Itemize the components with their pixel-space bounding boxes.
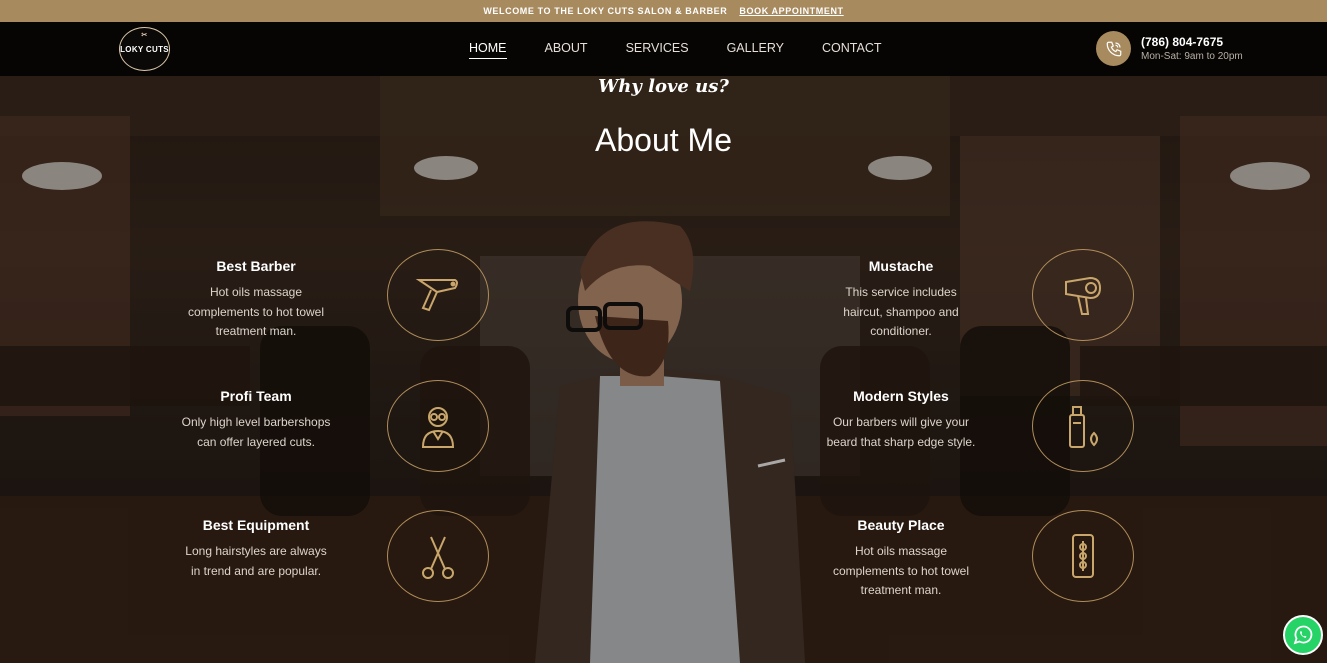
announcement-bar: WELCOME TO THE LOKY CUTS SALON & BARBER … xyxy=(0,0,1327,22)
section-title: About Me xyxy=(595,122,732,158)
main-nav: HOME ABOUT SERVICES GALLERY CONTACT xyxy=(450,22,901,76)
nav-contact[interactable]: CONTACT xyxy=(803,22,901,76)
feature-text: This service includes haircut, shampoo a… xyxy=(843,285,959,338)
section-kicker: Why love us? xyxy=(598,76,729,97)
phone-contact[interactable]: (786) 804-7675 Mon-Sat: 9am to 20pm xyxy=(1096,31,1243,66)
whatsapp-icon xyxy=(1293,625,1313,645)
book-appointment-link[interactable]: BOOK APPOINTMENT xyxy=(739,6,843,16)
razor-icon xyxy=(387,249,489,341)
logo[interactable]: ✂ LOKY CUTS xyxy=(119,27,170,71)
razor-blade-icon xyxy=(1032,510,1134,602)
nav-services[interactable]: SERVICES xyxy=(607,22,708,76)
scissors-icon xyxy=(387,510,489,602)
feature-text: Hot oils massage complements to hot towe… xyxy=(187,285,325,338)
spray-bottle-icon xyxy=(1032,380,1134,472)
feature-title: Beauty Place xyxy=(857,517,945,533)
site-header: ✂ LOKY CUTS HOME ABOUT SERVICES GALLERY … xyxy=(0,22,1327,76)
nav-home[interactable]: HOME xyxy=(450,22,526,76)
feature-text: Long hairstyles are always in trend and … xyxy=(185,544,327,578)
nav-about[interactable]: ABOUT xyxy=(526,22,607,76)
barber-person-icon xyxy=(387,380,489,472)
whatsapp-button[interactable] xyxy=(1283,615,1323,655)
feature-beauty-place: Beauty Place Hot oils massage complement… xyxy=(826,517,976,601)
hair-dryer-icon xyxy=(1032,249,1134,341)
phone-icon xyxy=(1096,31,1131,66)
feature-title: Best Equipment xyxy=(202,517,310,533)
welcome-text: WELCOME TO THE LOKY CUTS SALON & BARBER xyxy=(483,6,728,16)
feature-profi-team: Profi Team Only high level barbershops c… xyxy=(181,388,331,452)
feature-best-barber: Best Barber Hot oils massage complements… xyxy=(181,258,331,342)
feature-mustache: Mustache This service includes haircut, … xyxy=(826,258,976,342)
feature-title: Mustache xyxy=(868,258,934,274)
feature-best-equipment: Best Equipment Long hairstyles are alway… xyxy=(181,517,331,581)
logo-text: LOKY CUTS xyxy=(120,44,169,54)
feature-title: Best Barber xyxy=(216,258,296,274)
nav-gallery[interactable]: GALLERY xyxy=(708,22,803,76)
feature-title: Profi Team xyxy=(220,388,292,404)
feature-text: Only high level barbershops can offer la… xyxy=(181,415,331,449)
phone-number[interactable]: (786) 804-7675 xyxy=(1141,35,1243,49)
opening-hours: Mon-Sat: 9am to 20pm xyxy=(1141,51,1243,62)
feature-text: Hot oils massage complements to hot towe… xyxy=(832,544,970,597)
feature-title: Modern Styles xyxy=(853,388,949,404)
feature-modern-styles: Modern Styles Our barbers will give your… xyxy=(826,388,976,452)
logo-scissors-icon: ✂ xyxy=(141,32,148,39)
feature-text: Our barbers will give your beard that sh… xyxy=(826,415,976,449)
